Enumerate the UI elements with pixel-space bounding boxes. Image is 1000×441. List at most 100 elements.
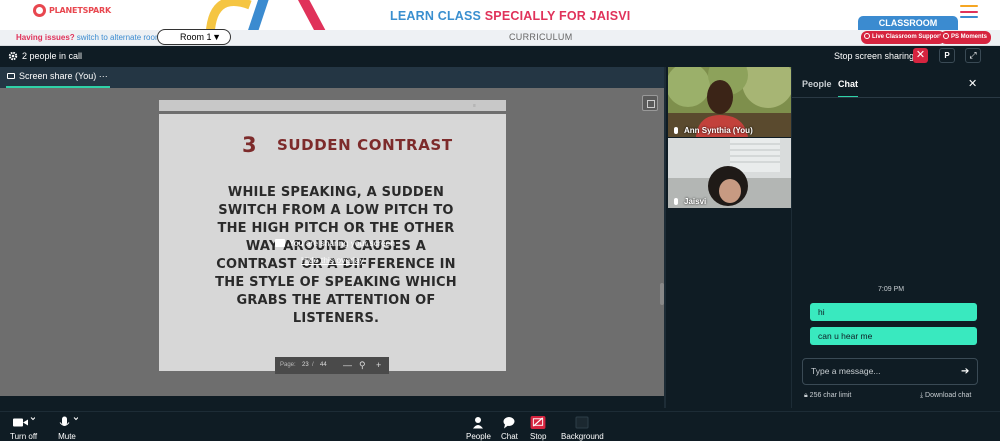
classroom-tab[interactable]: CLASSROOM [858, 16, 958, 30]
chat-panel: People Chat ✕ 7:09 PM hi can u hear me T… [791, 67, 1000, 408]
participant-tile-ann[interactable]: Ann Synthia (You) [668, 67, 792, 137]
divider [792, 97, 1000, 98]
screen-share-icon [275, 239, 285, 247]
camera-button[interactable]: Turn off [10, 416, 37, 441]
char-limit-text: 256 char limit [809, 392, 852, 399]
page-marker-top: ≡ [473, 103, 476, 109]
share-tab-label: Screen share (You) [19, 71, 97, 81]
participant-name-text: Ann Synthia (You) [684, 126, 753, 135]
stop-share-button[interactable]: Stop [530, 416, 546, 441]
pager-label: Page: [280, 362, 296, 368]
microphone-icon [59, 416, 78, 426]
page-separator: / [312, 362, 314, 368]
stop-sharing-label[interactable]: Stop screen sharing [834, 51, 914, 61]
meeting-window: 2 people in call Stop screen sharing ✕ P… [0, 46, 1000, 441]
slide-number: 3 [242, 133, 257, 157]
people-count: 2 people in call [22, 51, 83, 61]
camera-label: Turn off [10, 432, 38, 441]
tab-people[interactable]: People [802, 79, 832, 89]
live-support-label: Live Classroom Support [872, 34, 942, 40]
call-toolbar: Turn off Mute People Chat Stop Backgroun… [0, 411, 1000, 441]
people-button[interactable]: People [466, 416, 491, 441]
chat-input[interactable]: Type a message... ➔ [802, 358, 978, 385]
logo-text: PLANETSPARK [49, 6, 112, 15]
chat-bubble-icon [503, 417, 515, 429]
share-tab-bar: Screen share (You) ··· [0, 67, 664, 88]
logo-icon [33, 4, 46, 17]
slide-title: SUDDEN CONTRAST [277, 136, 453, 154]
more-options-icon[interactable]: ··· [99, 71, 108, 81]
issue-question: Having issues? [16, 33, 75, 42]
room-bar: Having issues? switch to alternate room R… [0, 29, 1000, 46]
chat-input-placeholder: Type a message... [811, 366, 881, 376]
alternate-room-notice: Having issues? switch to alternate room [16, 33, 162, 42]
page-title: LEARN CLASS SPECIALLY FOR JAISVI [390, 9, 630, 23]
participant-name: Jaisvi [674, 197, 706, 206]
ps-moments-label: PS Moments [951, 34, 988, 40]
caret-down-icon: ▼ [212, 32, 221, 42]
planetspark-logo[interactable]: PLANETSPARK [33, 4, 111, 17]
support-icon [864, 33, 870, 39]
menu-icon[interactable] [960, 5, 978, 18]
previous-slide-edge [159, 100, 506, 111]
zoom-out-icon[interactable]: — [343, 357, 352, 374]
live-support-button[interactable]: Live Classroom Support [861, 31, 946, 44]
page-total: 44 [320, 362, 327, 368]
presenter-button[interactable]: P [939, 48, 955, 63]
chat-message: hi [810, 303, 977, 321]
hide-overlay-link[interactable]: Hide this overlay [301, 255, 364, 265]
tab-screen-share[interactable]: Screen share (You) ··· [6, 67, 110, 88]
close-icon[interactable]: ✕ [968, 77, 977, 90]
participant-tiles: Ann Synthia (You) Jaisvi [664, 67, 792, 408]
moments-icon [943, 33, 949, 39]
sharing-notice: You are sharing your screen [275, 238, 395, 248]
background-button[interactable]: Background [561, 416, 604, 441]
screen-icon [7, 73, 15, 79]
participant-name: Ann Synthia (You) [674, 126, 753, 135]
mute-label: Mute [58, 432, 76, 441]
popout-icon[interactable] [642, 95, 658, 111]
mic-icon [674, 127, 678, 134]
chat-message: can u hear me [810, 327, 977, 345]
zoom-in-icon[interactable]: + [376, 357, 381, 374]
stop-label: Stop [530, 432, 547, 441]
char-limit: 🔒︎ 256 char limit [804, 392, 851, 400]
stop-sharing-close-icon[interactable]: ✕ [913, 48, 928, 63]
pdf-pager: Page: 23 / 44 — ⚲ + [275, 357, 389, 374]
background-icon [575, 416, 589, 429]
ps-moments-button[interactable]: PS Moments [940, 31, 992, 44]
tab-chat[interactable]: Chat [838, 79, 858, 98]
title-prefix: LEARN CLASS [390, 9, 485, 23]
download-chat-button[interactable]: ⤓ Download chat [920, 392, 971, 400]
gear-icon[interactable] [8, 51, 18, 61]
menu-line-orange [960, 5, 978, 7]
fullscreen-icon[interactable]: ⤢ [965, 48, 981, 63]
background-label: Background [561, 432, 604, 441]
video-camera-icon [12, 417, 35, 427]
send-icon[interactable]: ➔ [961, 359, 969, 384]
chat-button[interactable]: Chat [501, 416, 518, 441]
page-current-input[interactable]: 23 [300, 357, 310, 374]
menu-line-pink [960, 10, 978, 13]
participant-name-text: Jaisvi [684, 197, 707, 206]
person-icon [473, 417, 484, 429]
stop-share-icon [530, 416, 546, 429]
mic-icon [674, 198, 678, 205]
screen-share-view: ≡ 3 SUDDEN CONTRAST WHILE SPEAKING, A SU… [0, 88, 664, 396]
room-select-value: Room 1 [180, 32, 212, 42]
top-banner: PLANETSPARK LEARN CLASS SPECIALLY FOR JA… [0, 0, 1000, 40]
mute-button[interactable]: Mute [56, 416, 78, 441]
chat-label: Chat [501, 432, 518, 441]
curriculum-link[interactable]: CURRICULUM [509, 32, 573, 42]
participant-tile-jaisvi[interactable]: Jaisvi [668, 138, 792, 208]
people-label: People [466, 432, 491, 441]
message-timestamp: 7:09 PM [878, 286, 905, 293]
alternate-room-link[interactable]: switch to alternate room [77, 33, 162, 42]
title-student: SPECIALLY FOR JAISVI [484, 9, 631, 23]
room-select[interactable]: Room 1 ▼ [157, 29, 231, 45]
menu-line-blue [960, 16, 978, 18]
zoom-icon[interactable]: ⚲ [359, 357, 366, 374]
download-chat-label: Download chat [925, 392, 972, 399]
meeting-header: 2 people in call Stop screen sharing ✕ P… [0, 46, 1000, 67]
sharing-notice-text: You are sharing your screen [289, 238, 396, 248]
